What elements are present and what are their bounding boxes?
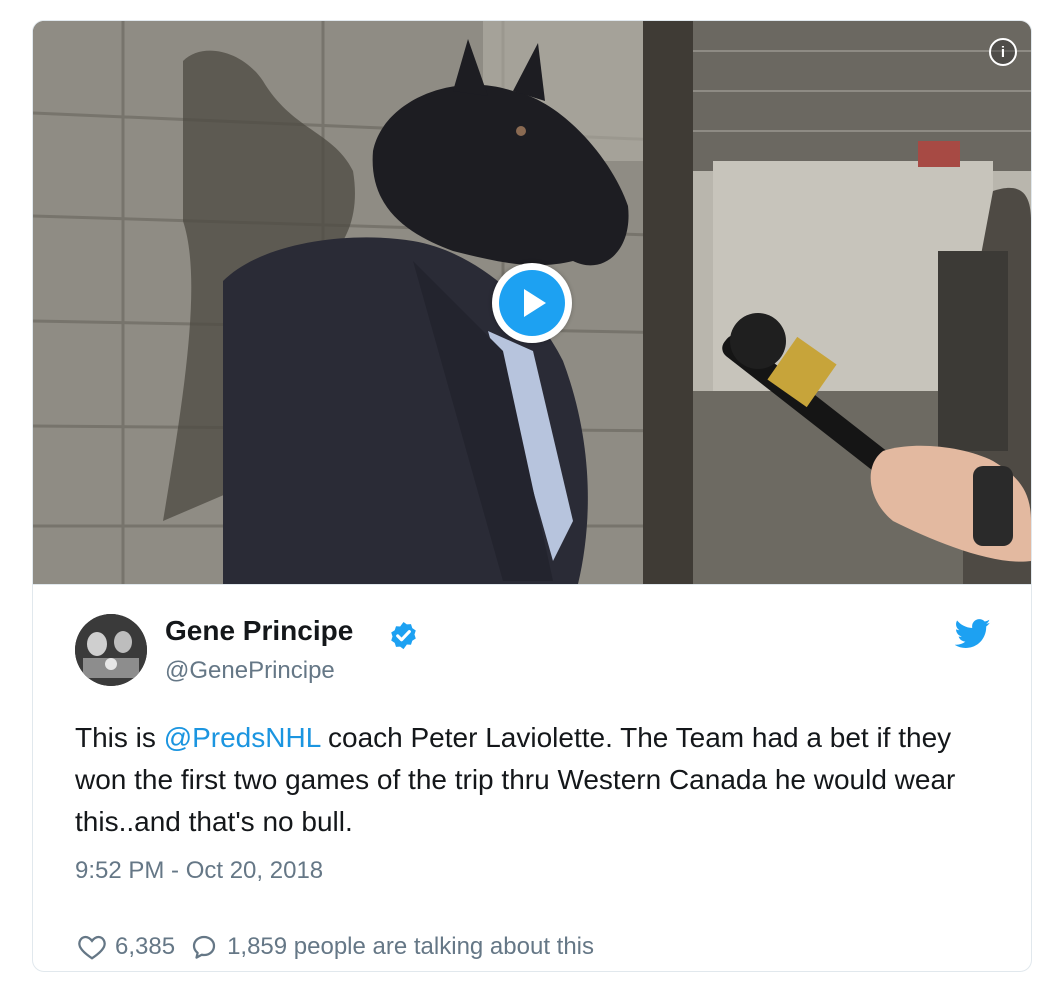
conversation-link[interactable]: 1,859 people are talking about this	[189, 932, 594, 962]
like-count: 6,385	[115, 933, 176, 960]
tweet-embed-card: i Gene Principe @GenePrincipe This is @P…	[32, 20, 1032, 972]
tweet-text-start: This is	[75, 722, 164, 753]
tweet-body: Gene Principe @GenePrincipe This is @Pre…	[33, 584, 1031, 971]
display-name[interactable]: Gene Principe	[165, 615, 353, 647]
timestamp[interactable]: 9:52 PM - Oct 20, 2018	[75, 857, 323, 885]
video-thumbnail[interactable]: i	[33, 21, 1031, 584]
play-button[interactable]	[492, 263, 572, 343]
tweet-text: This is @PredsNHL coach Peter Laviolette…	[75, 717, 1005, 843]
heart-icon	[78, 935, 106, 960]
speech-bubble-icon	[192, 935, 216, 959]
conversation-text: 1,859 people are talking about this	[227, 933, 594, 960]
verified-badge-icon	[391, 621, 416, 650]
like-button[interactable]: 6,385	[77, 932, 175, 962]
tweet-actions: 6,385 1,859 people are talking about thi…	[77, 931, 594, 963]
twitter-bird-icon[interactable]	[955, 619, 991, 649]
avatar[interactable]	[75, 614, 147, 686]
info-icon[interactable]: i	[989, 38, 1017, 66]
handle[interactable]: @GenePrincipe	[165, 657, 335, 685]
mention-link[interactable]: @PredsNHL	[164, 722, 321, 753]
play-icon	[499, 270, 565, 336]
